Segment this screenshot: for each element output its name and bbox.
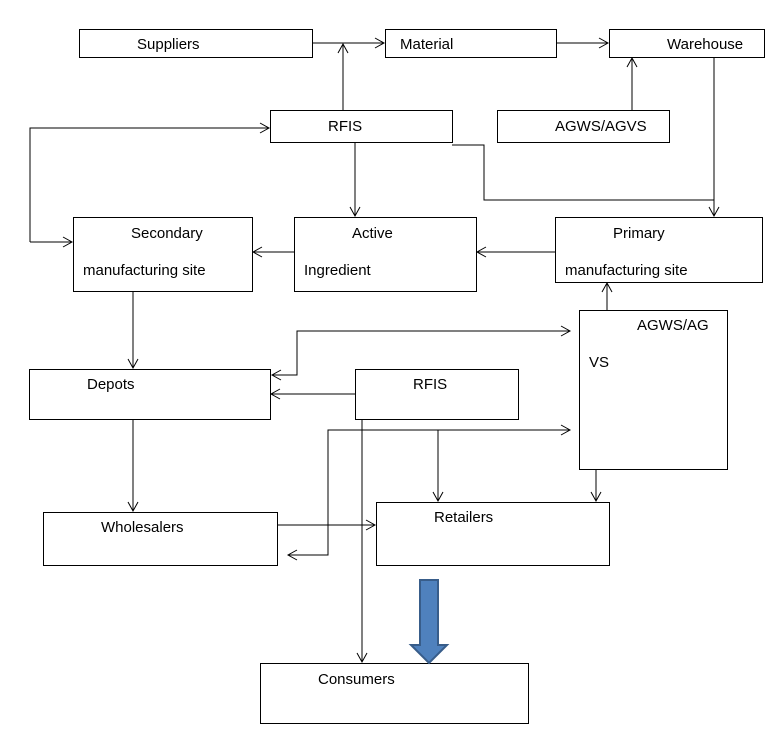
- svg-text:manufacturing site: manufacturing site: [83, 262, 206, 279]
- svg-text:Consumers: Consumers: [318, 671, 395, 688]
- svg-text:Primary: Primary: [613, 225, 665, 242]
- node-consumers: Consumers: [260, 663, 529, 724]
- svg-text:Depots: Depots: [87, 376, 135, 393]
- node-material: Material: [385, 29, 557, 58]
- node-warehouse: Warehouse: [609, 29, 765, 58]
- node-agws-ag-vs: AGWS/AG VS: [579, 310, 728, 470]
- svg-text:RFIS: RFIS: [328, 118, 362, 135]
- svg-text:Retailers: Retailers: [434, 509, 493, 526]
- svg-text:Suppliers: Suppliers: [137, 36, 200, 53]
- svg-text:AGWS/AGVS: AGWS/AGVS: [555, 118, 647, 135]
- svg-text:VS: VS: [589, 354, 609, 371]
- svg-text:Active: Active: [352, 225, 393, 242]
- svg-text:RFIS: RFIS: [413, 376, 447, 393]
- node-rfis-top: RFIS: [270, 110, 453, 143]
- node-active-ingredient: Active Ingredient: [294, 217, 477, 292]
- node-depots: Depots: [29, 369, 271, 420]
- node-wholesalers: Wholesalers: [43, 512, 278, 566]
- svg-text:Ingredient: Ingredient: [304, 262, 372, 279]
- svg-text:Warehouse: Warehouse: [667, 36, 743, 53]
- line-rfis-primary: [452, 144, 714, 201]
- svg-text:Material: Material: [400, 36, 453, 53]
- node-rfis-mid: RFIS: [355, 369, 519, 420]
- svg-text:manufacturing site: manufacturing site: [565, 262, 688, 279]
- node-secondary-site: Secondary manufacturing site: [73, 217, 253, 292]
- supply-chain-diagram: Suppliers Material Warehouse RFIS AGWS/A…: [29, 29, 765, 724]
- block-arrow-down: [408, 579, 450, 665]
- node-retailers: Retailers: [376, 502, 610, 566]
- arrow-depots-agws: [270, 325, 572, 381]
- svg-text:AGWS/AG: AGWS/AG: [637, 317, 709, 334]
- node-agws-agvs: AGWS/AGVS: [497, 110, 670, 143]
- node-suppliers: Suppliers: [79, 29, 313, 58]
- node-primary-site: Primary manufacturing site: [555, 217, 763, 283]
- svg-text:Wholesalers: Wholesalers: [101, 519, 184, 536]
- svg-text:Secondary: Secondary: [131, 225, 203, 242]
